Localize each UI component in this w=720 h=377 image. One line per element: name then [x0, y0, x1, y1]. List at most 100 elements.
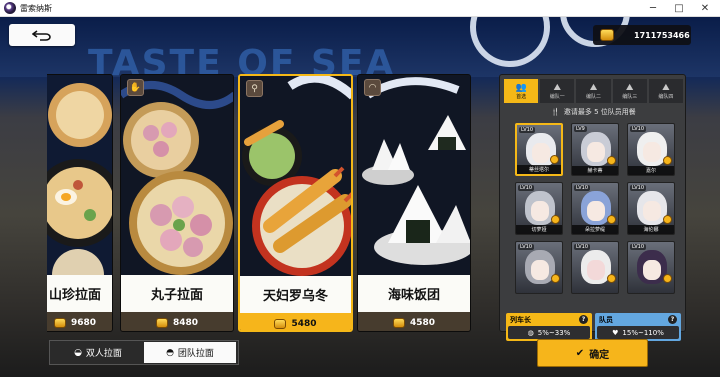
gold-coin-icon — [392, 317, 405, 328]
heart-hand-icon: ♥ — [612, 328, 619, 337]
maximize-icon[interactable]: □ — [666, 0, 692, 17]
tab-team-4[interactable]: ⛰ 编队四 — [648, 79, 684, 103]
character-name: 切萝娅 — [516, 225, 562, 234]
gold-coin-icon — [600, 29, 614, 41]
team-bowl-icon: ◓ — [166, 347, 174, 358]
people-icon: 👥 — [515, 82, 527, 93]
invite-hint-text: 邀请最多 5 位队员用餐 — [563, 108, 636, 116]
hand-icon: ✋ — [127, 79, 144, 96]
character-slot[interactable]: LV10 蒂丝塔尔 — [515, 123, 563, 176]
mood-icon — [607, 274, 616, 283]
character-name: 蒂丝塔尔 — [517, 165, 561, 174]
dome-icon: ◠ — [364, 79, 381, 96]
window-titlebar: 雷索纳斯 ─ □ ✕ — [0, 0, 720, 17]
gold-coin-icon — [155, 317, 168, 328]
character-level: LV10 — [630, 244, 647, 250]
close-icon[interactable]: ✕ — [692, 0, 718, 17]
dish-art — [47, 75, 112, 275]
character-name: 朵拉萝缇 — [572, 225, 618, 234]
character-level: LV10 — [630, 126, 647, 132]
help-icon[interactable]: ? — [579, 315, 588, 324]
app-logo-icon — [4, 2, 16, 14]
invite-hint: 🍴 邀请最多 5 位队员用餐 — [500, 105, 687, 119]
character-name: 赫卡蒂 — [572, 166, 618, 175]
window-title: 雷索纳斯 — [20, 3, 52, 13]
tab-label: 编队一 — [549, 93, 565, 100]
character-level: LV10 — [518, 185, 535, 191]
tab-team-3[interactable]: ⛰ 编队三 — [612, 79, 647, 103]
confirm-label: 确定 — [589, 349, 610, 361]
dish-price: 5480 — [291, 318, 317, 329]
mode-duo-ramen-button[interactable]: ◒ 双人拉面 — [52, 342, 144, 363]
dish-art — [240, 76, 351, 276]
dish-art — [121, 75, 233, 275]
crowd-icon: ⛰ — [662, 82, 670, 93]
help-icon[interactable]: ? — [668, 315, 677, 324]
team-tabs: 👥 首选 ⛰ 编队一 ⛰ 编队二 ⛰ 编队三 ⛰ 编队四 — [504, 79, 684, 103]
dish-name: 天妇罗乌冬 — [262, 289, 328, 304]
gold-coin-icon — [274, 318, 287, 329]
character-slot[interactable]: LV10 — [515, 241, 563, 294]
character-name: 嘉尔 — [628, 166, 674, 175]
member-range: 15%~110% — [622, 328, 664, 337]
mode-team-ramen-button[interactable]: ◓ 团队拉面 — [144, 342, 236, 363]
mood-icon — [663, 156, 672, 165]
mood-icon — [607, 215, 616, 224]
dish-card-mountain-ramen[interactable]: 山珍拉面 9680 — [47, 74, 113, 332]
mood-icon — [551, 215, 560, 224]
character-level: LV10 — [574, 244, 591, 250]
back-button[interactable] — [9, 24, 75, 46]
character-slot[interactable]: LV10 嘉尔 — [627, 123, 675, 176]
member-label: 队员 — [599, 315, 613, 324]
check-circle-icon: ✔ — [575, 347, 585, 359]
dish-card-meatball-ramen[interactable]: ✋ 丸子拉面 8480 — [120, 74, 234, 332]
mood-icon — [551, 274, 560, 283]
dish-carousel: 山珍拉面 9680 ✋ 丸子拉面 8480 ⚲ 天妇罗乌冬 5480 ◠ 海味饭… — [47, 72, 487, 335]
character-level: LV10 — [574, 185, 591, 191]
mode-label: 团队拉面 — [177, 349, 214, 359]
tab-label: 编队二 — [586, 93, 602, 100]
knife-icon: ⚲ — [246, 80, 263, 97]
character-grid: LV10 蒂丝塔尔 LV9 赫卡蒂 LV10 嘉尔 LV10 切萝娅 LV10 朵拉萝缇 … — [515, 123, 678, 295]
character-slot[interactable]: LV10 朵拉萝缇 — [571, 182, 619, 235]
character-level: LV9 — [574, 126, 587, 132]
return-arrow-icon — [32, 30, 51, 41]
mood-icon — [607, 156, 616, 165]
captain-bonus: 列车长? ◍ 5%~33% — [506, 313, 592, 341]
dish-price: 9680 — [70, 317, 97, 328]
crowd-icon: ⛰ — [553, 82, 562, 93]
tab-team-2[interactable]: ⛰ 编队二 — [576, 79, 611, 103]
dish-card-tempura-udon[interactable]: ⚲ 天妇罗乌冬 5480 — [238, 74, 353, 332]
character-slot[interactable]: LV10 海伦娜 — [627, 182, 675, 235]
dish-art — [358, 75, 470, 275]
character-slot[interactable]: LV10 — [627, 241, 675, 294]
dish-name: 山珍拉面 — [48, 288, 101, 303]
plate-icon: ◍ — [527, 328, 534, 337]
tab-label: 首选 — [516, 93, 527, 100]
character-level: LV10 — [518, 244, 535, 250]
dish-price: 4580 — [409, 317, 436, 328]
character-slot[interactable]: LV10 切萝娅 — [515, 182, 563, 235]
currency-value: 1711753466 — [634, 30, 690, 40]
tab-team-1[interactable]: ⛰ 编队一 — [540, 79, 575, 103]
team-panel: 👥 首选 ⛰ 编队一 ⛰ 编队二 ⛰ 编队三 ⛰ 编队四 🍴 邀请最多 5 位队员用餐 L… — [499, 74, 687, 341]
dish-name: 丸子拉面 — [150, 288, 203, 303]
currency-display: 1711753466 — [593, 25, 691, 45]
fork-knife-icon: 🍴 — [551, 108, 560, 116]
dish-card-seafood-onigiri[interactable]: ◠ 海味饭团 4580 — [357, 74, 471, 332]
tab-preferred[interactable]: 👥 首选 — [504, 79, 539, 103]
member-bonus: 队员? ♥ 15%~110% — [595, 313, 681, 341]
mood-icon — [663, 274, 672, 283]
captain-range: 5%~33% — [537, 328, 571, 337]
mode-label: 双人拉面 — [85, 349, 122, 359]
mood-icon — [663, 215, 672, 224]
character-slot[interactable]: LV9 赫卡蒂 — [571, 123, 619, 176]
tab-label: 编队三 — [622, 93, 638, 100]
ramen-bowl-icon: ◒ — [74, 347, 82, 358]
captain-label: 列车长 — [510, 315, 531, 324]
confirm-button[interactable]: ✔ 确定 — [537, 339, 648, 367]
character-slot[interactable]: LV10 — [571, 241, 619, 294]
minimize-icon[interactable]: ─ — [640, 0, 666, 17]
character-name: 海伦娜 — [628, 225, 674, 234]
gold-coin-icon — [53, 317, 66, 328]
